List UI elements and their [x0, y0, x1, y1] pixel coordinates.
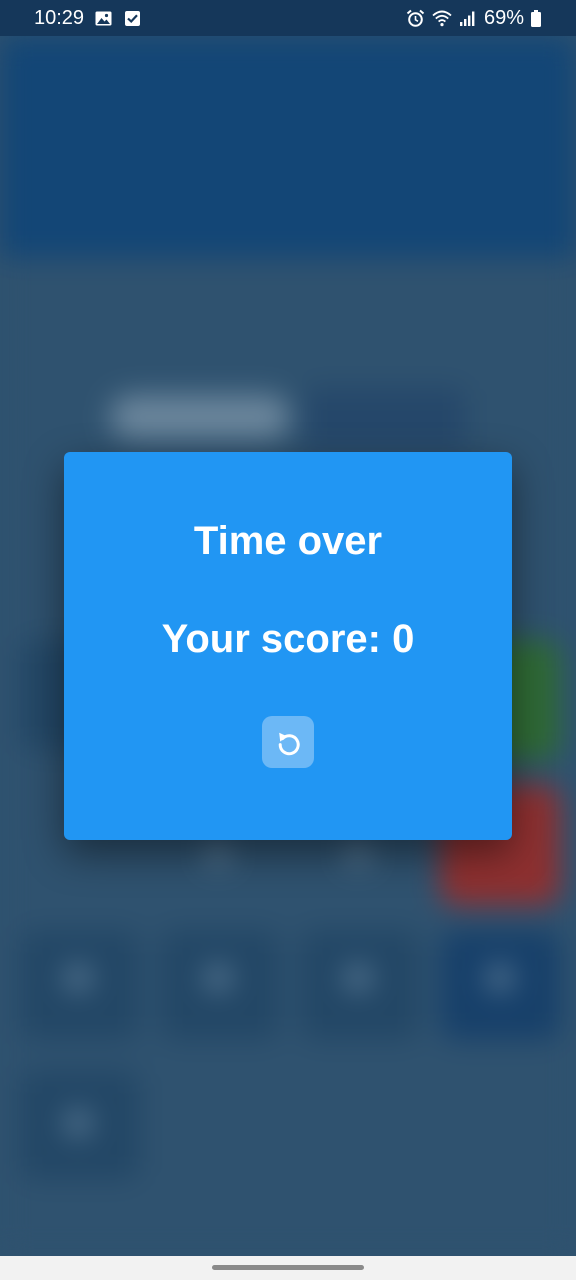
- background-box: [305, 388, 465, 450]
- battery-icon: [530, 8, 542, 28]
- background-dot: [65, 965, 91, 991]
- score-text: Your score: 0: [161, 617, 415, 661]
- alarm-icon: [406, 8, 426, 28]
- battery-percentage: 69%: [483, 6, 524, 29]
- background-dot: [487, 965, 513, 991]
- background-dot: [65, 1110, 91, 1136]
- dialog-title: Time over: [193, 519, 383, 563]
- background-header: [0, 36, 576, 258]
- background-dot: [205, 965, 231, 991]
- replay-button[interactable]: [262, 716, 314, 768]
- background-dot: [345, 965, 371, 991]
- background-label: [110, 395, 290, 439]
- background-dot: [345, 840, 371, 866]
- background-dot: [205, 840, 231, 866]
- replay-icon: [272, 726, 304, 758]
- game-over-dialog: Time over Your score: 0: [64, 452, 512, 840]
- status-bar: 10:29 69%: [0, 0, 576, 36]
- signal-icon: [458, 8, 478, 28]
- navigation-bar: [0, 1256, 576, 1280]
- wifi-icon: [432, 8, 452, 28]
- checkbox-icon: [122, 8, 142, 28]
- home-indicator[interactable]: [212, 1265, 364, 1270]
- status-time: 10:29: [34, 6, 85, 29]
- image-icon: [93, 8, 113, 28]
